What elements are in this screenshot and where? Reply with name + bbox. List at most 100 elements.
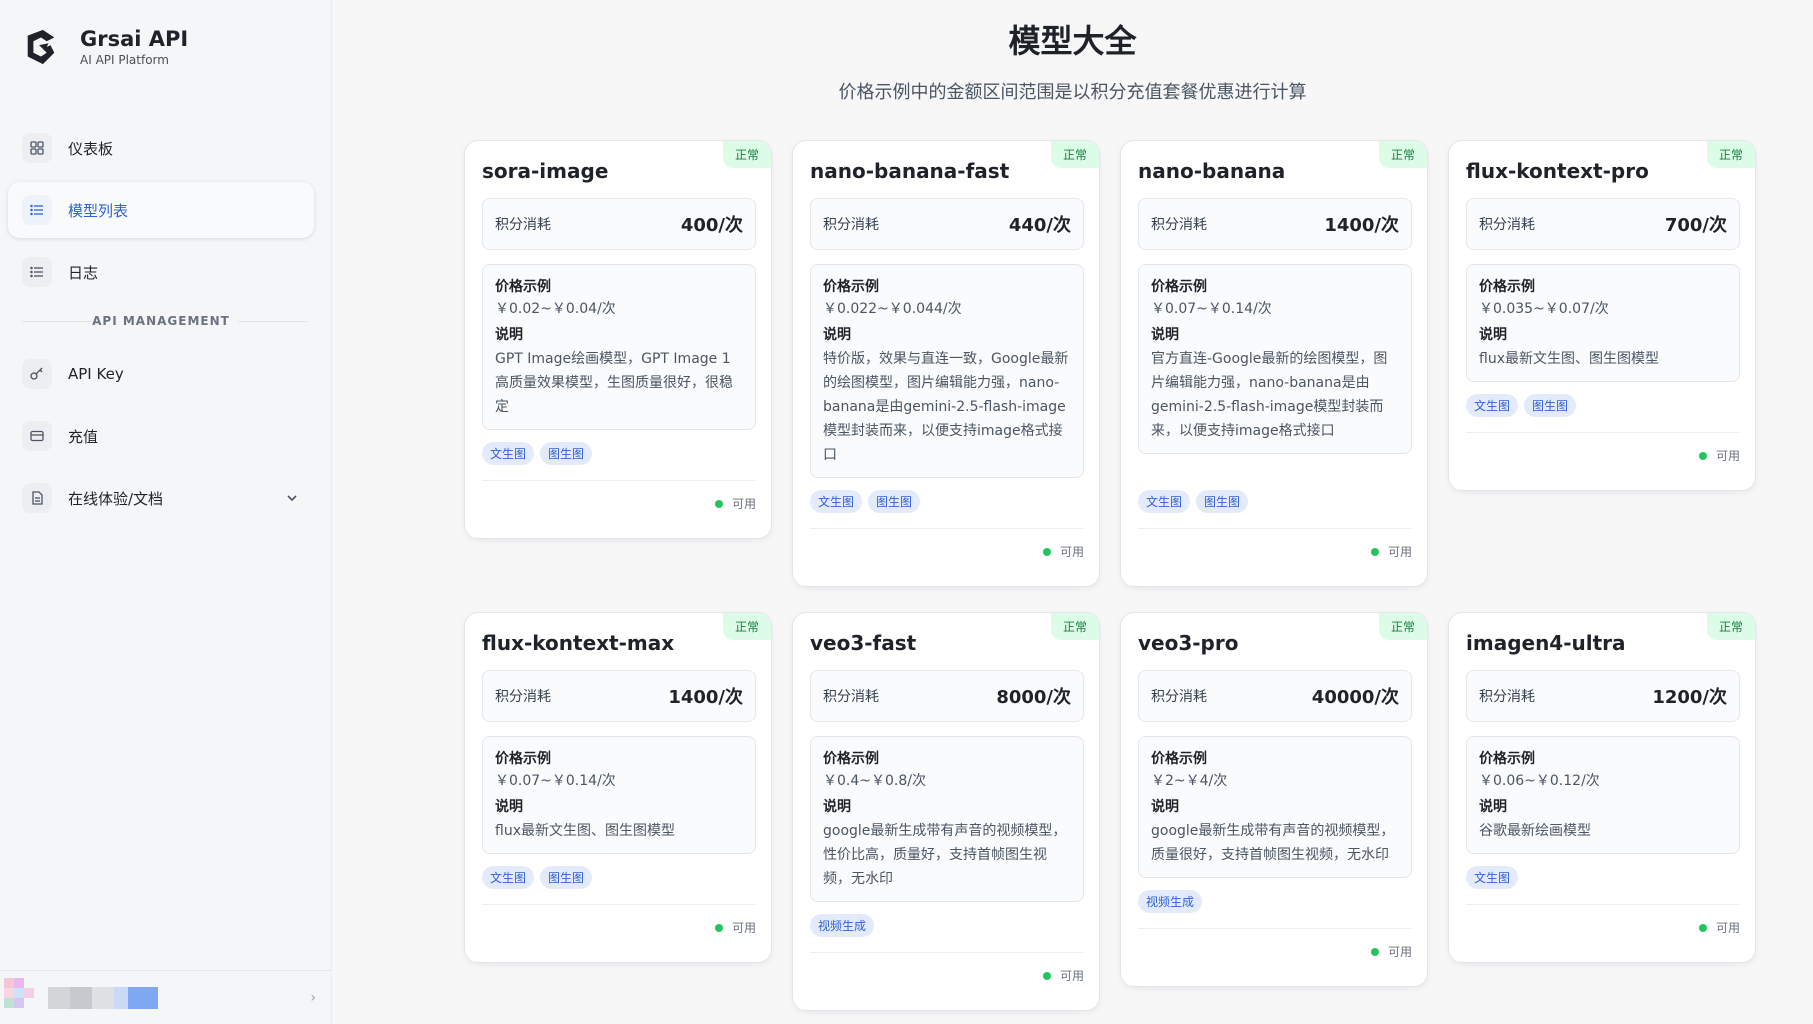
card-footer: 可用 — [1466, 904, 1740, 942]
cost-box: 积分消耗 700/次 — [1466, 198, 1740, 250]
model-name: imagen4-ultra — [1466, 631, 1626, 655]
capability-tag: 图生图 — [1196, 490, 1249, 513]
sidebar-item-models[interactable]: 模型列表 — [8, 182, 314, 238]
card-footer: 可用 — [482, 904, 756, 942]
description-text: 官方直连-Google最新的绘图模型，图片编辑能力强，nano-banana是由… — [1151, 351, 1388, 439]
status-badge: 正常 — [1706, 613, 1755, 640]
description-label: 说明 — [1479, 327, 1507, 343]
model-name: veo3-fast — [810, 631, 917, 655]
capability-tag: 文生图 — [482, 442, 535, 465]
status-dot-icon — [1042, 971, 1051, 980]
description-text: flux最新文生图、图生图模型 — [495, 823, 675, 839]
user-menu[interactable]: › — [0, 970, 332, 1024]
price-example-label: 价格示例 — [495, 751, 551, 767]
model-name: nano-banana-fast — [810, 159, 1010, 183]
cost-box: 积分消耗 1400/次 — [1138, 198, 1412, 250]
chevron-down-icon[interactable] — [284, 490, 300, 506]
model-card[interactable]: 正常 sora-image 积分消耗 400/次 价格示例 ￥0.02~￥0.0… — [464, 140, 772, 539]
cost-box: 积分消耗 8000/次 — [810, 670, 1084, 722]
cost-value: 440/次 — [1008, 215, 1071, 236]
capability-tag: 文生图 — [810, 490, 863, 513]
cost-label: 积分消耗 — [1479, 217, 1535, 233]
info-box: 价格示例 ￥0.07~￥0.14/次 说明 flux最新文生图、图生图模型 — [482, 736, 756, 854]
availability-status: 可用 — [714, 495, 756, 512]
price-example-value: ￥0.022~￥0.044/次 — [823, 301, 962, 317]
description-label: 说明 — [1151, 799, 1179, 815]
status-dot-icon — [1698, 451, 1707, 460]
capability-tag: 文生图 — [1466, 866, 1519, 889]
capability-tag: 图生图 — [868, 490, 921, 513]
cost-value: 1400/次 — [1324, 215, 1399, 236]
capability-tag: 文生图 — [482, 866, 535, 889]
description-text: google最新生成带有声音的视频模型，质量很好，支持首帧图生视频，无水印 — [1151, 823, 1395, 863]
availability-text: 可用 — [731, 921, 756, 935]
model-name: flux-kontext-max — [482, 631, 675, 655]
model-card[interactable]: 正常 nano-banana 积分消耗 1400/次 价格示例 ￥0.07~￥0… — [1120, 140, 1428, 587]
cost-label: 积分消耗 — [495, 689, 551, 705]
cost-value: 40000/次 — [1311, 687, 1399, 708]
cost-label: 积分消耗 — [823, 689, 879, 705]
price-example-label: 价格示例 — [1151, 279, 1207, 295]
brand-title: Grsai API — [80, 27, 189, 51]
description-label: 说明 — [495, 799, 523, 815]
status-badge: 正常 — [1050, 141, 1099, 168]
availability-text: 可用 — [1715, 921, 1740, 935]
description-label: 说明 — [823, 327, 851, 343]
card-footer: 可用 — [810, 528, 1084, 566]
card-footer: 可用 — [1466, 432, 1740, 470]
model-card[interactable]: 正常 imagen4-ultra 积分消耗 1200/次 价格示例 ￥0.06~… — [1448, 612, 1756, 963]
sidebar-item-label: 在线体验/文档 — [68, 489, 164, 508]
sidebar-item-recharge[interactable]: 充值 — [8, 408, 314, 464]
card-footer: 可用 — [482, 480, 756, 518]
brand[interactable]: Grsai API AI API Platform — [22, 26, 188, 68]
availability-text: 可用 — [1715, 449, 1740, 463]
cost-value: 1400/次 — [668, 687, 743, 708]
avatar — [4, 977, 34, 1018]
availability-status: 可用 — [1042, 967, 1084, 984]
model-card[interactable]: 正常 nano-banana-fast 积分消耗 440/次 价格示例 ￥0.0… — [792, 140, 1100, 587]
sidebar-item-dashboard[interactable]: 仪表板 — [8, 120, 314, 176]
description-text: GPT Image绘画模型，GPT Image 1 高质量效果模型，生图质量很好… — [495, 351, 733, 415]
status-dot-icon — [1370, 947, 1379, 956]
model-name: veo3-pro — [1138, 631, 1239, 655]
price-example-label: 价格示例 — [1151, 751, 1207, 767]
sidebar-item-apikey[interactable]: API Key — [8, 346, 314, 402]
availability-text: 可用 — [1059, 969, 1084, 983]
model-card[interactable]: 正常 flux-kontext-pro 积分消耗 700/次 价格示例 ￥0.0… — [1448, 140, 1756, 491]
capability-tag: 文生图 — [1466, 394, 1519, 417]
list-icon — [22, 257, 52, 287]
status-dot-icon — [714, 499, 723, 508]
tag-list: 视频生成 — [1138, 890, 1208, 913]
chevron-right-icon[interactable]: › — [310, 990, 316, 1006]
model-card[interactable]: 正常 flux-kontext-max 积分消耗 1400/次 价格示例 ￥0.… — [464, 612, 772, 963]
page-subtitle: 价格示例中的金额区间范围是以积分充值套餐优惠进行计算 — [838, 82, 1307, 103]
tag-list: 视频生成 — [810, 914, 880, 937]
status-badge: 正常 — [1706, 141, 1755, 168]
model-card[interactable]: 正常 veo3-pro 积分消耗 40000/次 价格示例 ￥2~￥4/次 说明… — [1120, 612, 1428, 987]
availability-status: 可用 — [1698, 447, 1740, 464]
cost-box: 积分消耗 40000/次 — [1138, 670, 1412, 722]
sidebar-item-docs[interactable]: 在线体验/文档 — [8, 470, 314, 526]
cost-label: 积分消耗 — [1151, 689, 1207, 705]
card-footer: 可用 — [810, 952, 1084, 990]
sidebar-item-label: 仪表板 — [68, 139, 114, 158]
model-card[interactable]: 正常 veo3-fast 积分消耗 8000/次 价格示例 ￥0.4~￥0.8/… — [792, 612, 1100, 1011]
description-text: google最新生成带有声音的视频模型，性价比高，质量好，支持首帧图生视频，无水… — [823, 823, 1067, 887]
sidebar-item-label: 模型列表 — [68, 201, 129, 220]
price-example-label: 价格示例 — [823, 279, 879, 295]
user-name-redacted — [48, 986, 158, 1009]
price-example-label: 价格示例 — [1479, 279, 1535, 295]
model-name: flux-kontext-pro — [1466, 159, 1649, 183]
status-badge: 正常 — [722, 613, 771, 640]
tag-list: 文生图 图生图 — [1466, 394, 1582, 417]
description-text: 特价版，效果与直连一致，Google最新的绘图模型，图片编辑能力强，nano-b… — [823, 351, 1069, 463]
price-example-value: ￥2~￥4/次 — [1151, 773, 1228, 789]
sidebar-item-logs[interactable]: 日志 — [8, 244, 314, 300]
status-badge: 正常 — [722, 141, 771, 168]
info-box: 价格示例 ￥0.4~￥0.8/次 说明 google最新生成带有声音的视频模型，… — [810, 736, 1084, 902]
cost-value: 700/次 — [1664, 215, 1727, 236]
cost-value: 400/次 — [680, 215, 743, 236]
capability-tag: 文生图 — [1138, 490, 1191, 513]
sidebar: Grsai API AI API Platform 仪表板 模型列表 日志 AP… — [0, 0, 332, 1024]
price-example-value: ￥0.02~￥0.04/次 — [495, 301, 616, 317]
